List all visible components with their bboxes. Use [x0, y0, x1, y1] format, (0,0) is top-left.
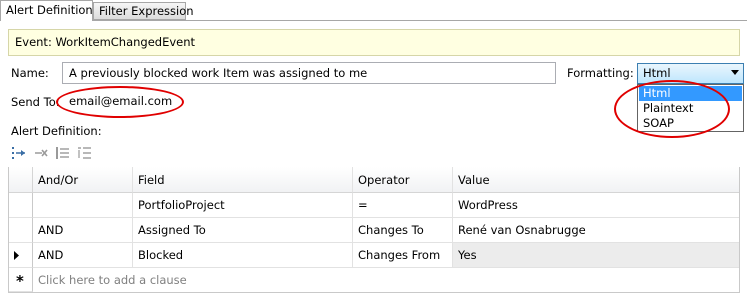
annotation-ring-formatting: [614, 80, 730, 138]
event-banner: Event: WorkItemChangedEvent: [8, 29, 740, 56]
cell-andor[interactable]: AND: [33, 243, 133, 268]
name-field[interactable]: A previously blocked work Item was assig…: [62, 62, 556, 84]
row-header-new[interactable]: *: [9, 268, 33, 292]
cell-field[interactable]: Blocked: [133, 243, 353, 268]
group-clauses-icon[interactable]: [55, 145, 71, 161]
column-header-operator[interactable]: Operator: [353, 167, 453, 193]
row-header-current[interactable]: [9, 243, 33, 268]
cell-operator[interactable]: Changes To: [353, 218, 453, 243]
column-header-value[interactable]: Value: [453, 167, 739, 193]
formatting-label: Formatting:: [567, 66, 634, 80]
annotation-ring-send-to: [56, 86, 184, 118]
chevron-down-icon[interactable]: [731, 70, 739, 75]
cell-value[interactable]: Yes: [453, 243, 739, 268]
current-row-arrow-icon: [14, 251, 19, 260]
ungroup-clauses-icon[interactable]: [77, 145, 93, 161]
cell-operator[interactable]: Changes From: [353, 243, 453, 268]
svg-text:*: *: [16, 272, 24, 290]
row-header[interactable]: [9, 193, 33, 218]
cell-andor[interactable]: AND: [33, 218, 133, 243]
column-header-andor[interactable]: And/Or: [33, 167, 133, 193]
tab-alert-definition[interactable]: Alert Definition: [0, 0, 93, 21]
add-clause-row[interactable]: Click here to add a clause: [33, 268, 739, 292]
delete-clause-icon[interactable]: [33, 145, 49, 161]
name-label: Name:: [11, 66, 49, 80]
insert-clause-icon[interactable]: [11, 145, 27, 161]
cell-field[interactable]: PortfolioProject: [133, 193, 353, 218]
column-header-field[interactable]: Field: [133, 167, 353, 193]
send-to-label: Send To:: [11, 95, 60, 109]
tab-filter-expression[interactable]: Filter Expression: [93, 2, 194, 20]
cell-andor[interactable]: [33, 193, 133, 218]
grid-corner: [9, 167, 33, 193]
new-row-asterisk-icon: *: [16, 272, 24, 290]
tab-divider: [0, 20, 747, 21]
cell-operator[interactable]: =: [353, 193, 453, 218]
alert-definition-label: Alert Definition:: [11, 124, 102, 138]
cell-field[interactable]: Assigned To: [133, 218, 353, 243]
row-header[interactable]: [9, 218, 33, 243]
cell-value[interactable]: René van Osnabrugge: [453, 218, 739, 243]
cell-value[interactable]: WordPress: [453, 193, 739, 218]
